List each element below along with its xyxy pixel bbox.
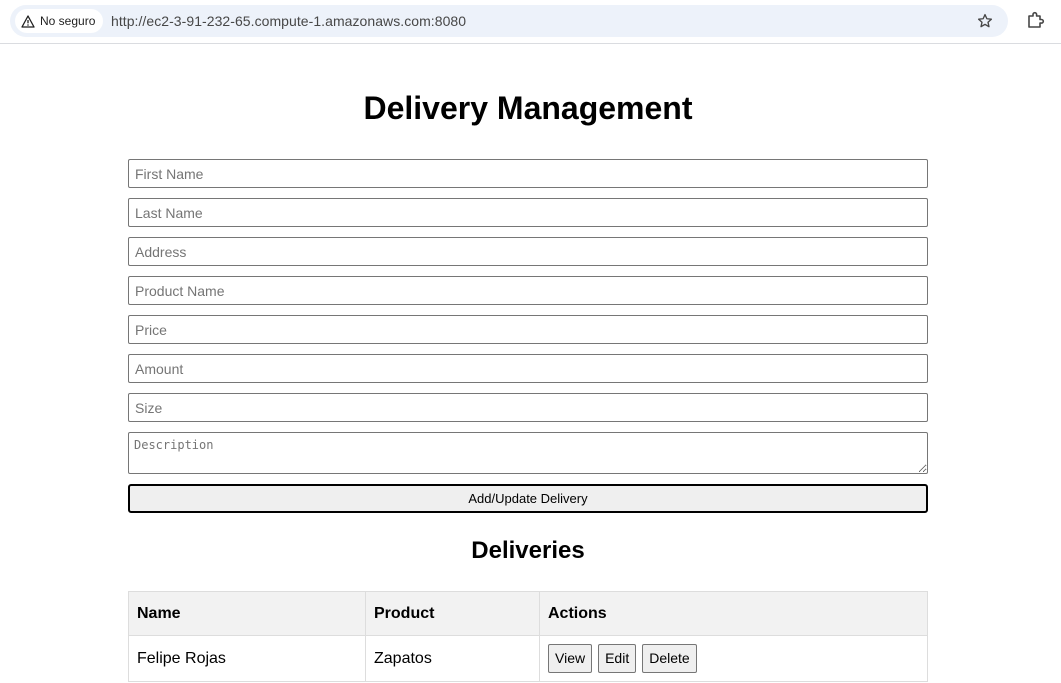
view-button[interactable]: View xyxy=(548,644,593,673)
cell-product: Zapatos xyxy=(365,635,540,682)
column-header-product: Product xyxy=(365,591,540,636)
description-textarea[interactable] xyxy=(128,432,928,474)
column-header-name: Name xyxy=(128,591,366,636)
edit-button[interactable]: Edit xyxy=(598,644,637,673)
security-chip[interactable]: No seguro xyxy=(15,9,104,33)
deliveries-table: Name Product Actions Felipe Rojas Zapato… xyxy=(128,591,928,682)
delete-button[interactable]: Delete xyxy=(642,644,697,673)
url-text[interactable]: http://ec2-3-91-232-65.compute-1.amazona… xyxy=(111,13,466,29)
address-input[interactable] xyxy=(128,237,928,266)
last-name-input[interactable] xyxy=(128,198,928,227)
cell-name: Felipe Rojas xyxy=(128,635,366,682)
address-bar[interactable]: No seguro http://ec2-3-91-232-65.compute… xyxy=(10,5,1008,37)
star-icon[interactable] xyxy=(976,12,994,30)
deliveries-heading: Deliveries xyxy=(471,537,585,564)
browser-toolbar: No seguro http://ec2-3-91-232-65.compute… xyxy=(0,0,1061,44)
cell-actions: View Edit Delete xyxy=(539,635,928,682)
amount-input[interactable] xyxy=(128,354,928,383)
price-input[interactable] xyxy=(128,315,928,344)
warning-icon xyxy=(21,14,35,28)
table-row: Felipe Rojas Zapatos View Edit Delete xyxy=(128,635,928,682)
table-header-row: Name Product Actions xyxy=(128,591,928,636)
add-update-delivery-button[interactable]: Add/Update Delivery xyxy=(128,484,928,513)
size-input[interactable] xyxy=(128,393,928,422)
security-label: No seguro xyxy=(40,14,96,28)
column-header-actions: Actions xyxy=(539,591,928,636)
first-name-input[interactable] xyxy=(128,159,928,188)
page-title: Delivery Management xyxy=(363,90,693,126)
product-name-input[interactable] xyxy=(128,276,928,305)
extensions-icon[interactable] xyxy=(1026,10,1046,30)
